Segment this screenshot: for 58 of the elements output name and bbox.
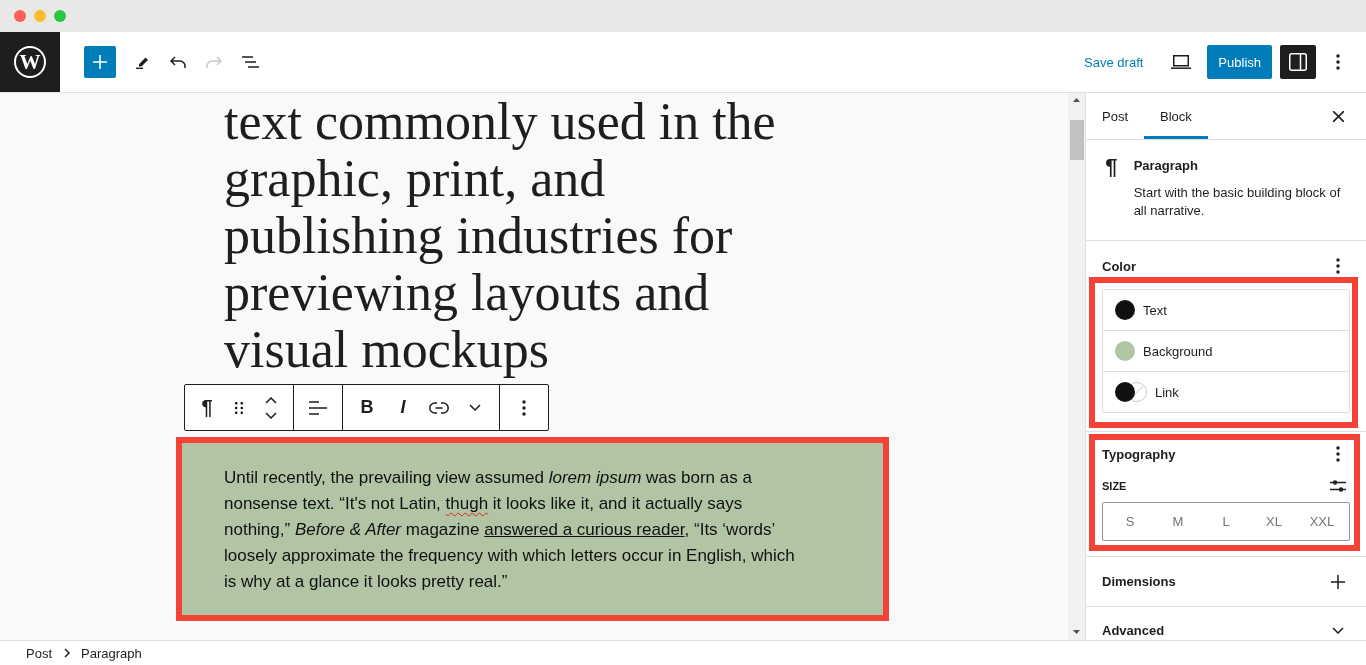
scroll-down-arrow-icon[interactable] [1073,630,1080,634]
panel-title[interactable]: Dimensions [1102,574,1176,589]
size-label: SIZE [1102,480,1127,492]
close-icon [1332,110,1344,122]
block-description: Start with the basic building block of all narrative. [1133,184,1342,220]
size-option[interactable]: XXL [1299,507,1345,536]
pilcrow-icon: ¶ [1102,156,1121,220]
chevron-right-icon [64,648,70,658]
breadcrumb-item[interactable]: Paragraph [81,645,142,661]
post-heading: text commonly used in the graphic, print, and publishing industries for previewing layouts and visual mockups [224,93,777,378]
paragraph-text: Until recently, the prevailing view assumed lorem ipsum was born as a nonsense text. “It's not Latin, thugh it looks like it, and it actually says nothing,” Before & After magazine answered a curious reader, “Its ‘words’ loosely approximate the frequency with which letters occur in English, which is why at a glance it looks pretty real.” [224,467,796,593]
panel-title[interactable]: Advanced [1102,623,1165,638]
site-home-link[interactable]: W [0,32,60,92]
publish-button[interactable]: Publish [1207,45,1272,79]
logo: W [14,46,46,78]
block-title: Paragraph [1133,157,1199,175]
size-option[interactable]: XL [1251,507,1297,536]
breadcrumb-item[interactable]: Post [26,645,52,661]
pencil-icon [135,55,149,69]
link[interactable]: answered a curious reader [484,520,685,539]
panel-title: Typography [1102,446,1176,462]
more-vertical-icon [1336,446,1340,462]
settings-toggle-button[interactable] [1280,45,1316,79]
scrollbar-thumb[interactable] [1069,120,1084,160]
size-option[interactable]: S [1107,507,1153,536]
bold-button[interactable]: B [349,385,385,430]
size-option[interactable]: M [1155,507,1201,536]
chevron-down-icon [469,404,481,411]
undo-icon [170,56,186,68]
plus-icon [1331,574,1345,589]
plus-icon [93,55,107,69]
more-vertical-icon [1336,258,1340,274]
laptop-icon [1171,55,1192,69]
link-icon [429,401,449,414]
align-left-icon [309,400,327,415]
add-block-button[interactable] [84,46,116,78]
sliders-icon [1330,479,1346,493]
color-setting-button[interactable]: Link [1103,371,1349,412]
chevron-down-icon[interactable] [1332,627,1344,634]
link-color-icon [1115,382,1147,402]
color-setting-button[interactable]: Background [1103,330,1349,371]
sidebar-tab[interactable]: Block [1144,93,1208,139]
block-type-button[interactable]: ¶ [191,385,223,430]
list-view-icon [241,56,259,68]
chevron-up-down-icon [265,396,277,419]
scroll-up-arrow-icon[interactable] [1073,98,1080,102]
scrollbar[interactable] [1068,93,1085,640]
more-vertical-icon [1336,54,1340,70]
more-vertical-icon [522,399,526,416]
sidebar-tab[interactable]: Post [1086,93,1144,139]
drag-handle-icon [235,401,243,414]
save-draft-button[interactable]: Save draft [1078,48,1150,76]
redo-icon [206,56,222,68]
sidebar-icon [1289,53,1307,71]
panel-title: Color [1102,258,1136,274]
color-setting-button[interactable]: Text [1103,290,1349,330]
italic-button[interactable]: I [385,385,421,430]
size-option[interactable]: L [1203,507,1249,536]
